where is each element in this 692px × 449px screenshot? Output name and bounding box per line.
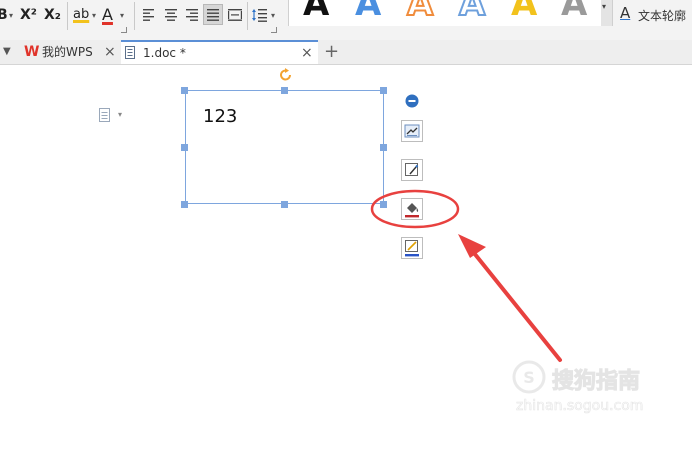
watermark-url: zhinan.sogou.com bbox=[516, 398, 644, 415]
annotation-ellipse bbox=[370, 189, 460, 229]
svg-text:S: S bbox=[523, 368, 535, 387]
sogou-logo-icon: S bbox=[512, 360, 546, 394]
annotation-arrow bbox=[468, 246, 562, 362]
watermark-brand: 搜狗指南 bbox=[551, 369, 641, 395]
annotation-arrow-head bbox=[458, 234, 486, 258]
